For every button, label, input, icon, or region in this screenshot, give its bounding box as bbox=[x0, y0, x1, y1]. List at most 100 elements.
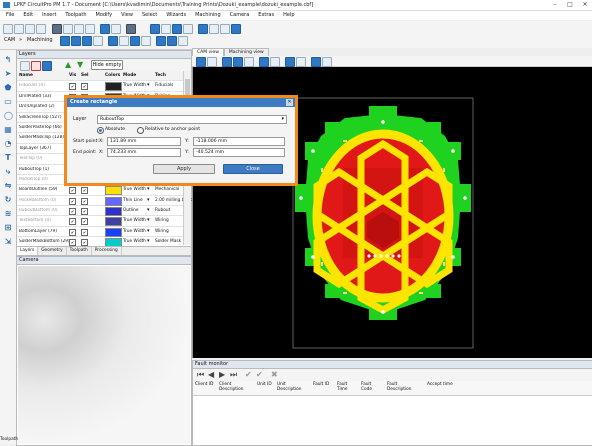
rubout-icon[interactable] bbox=[231, 24, 241, 34]
circle-tool-icon[interactable]: ◯ bbox=[4, 112, 13, 120]
cam-label[interactable]: CAM bbox=[4, 37, 15, 43]
layer-row[interactable]: TextBottom (0) ✔ ✔ True Width ▾ Wiring bbox=[17, 216, 183, 227]
end-y-input[interactable]: -40.524 mm bbox=[193, 148, 285, 157]
close-button[interactable]: Close bbox=[223, 164, 283, 174]
contour-icon[interactable] bbox=[220, 24, 230, 34]
menu-insert[interactable]: Insert bbox=[42, 11, 56, 20]
hand-icon[interactable] bbox=[285, 57, 295, 67]
start-icon[interactable] bbox=[130, 36, 140, 46]
layer-mode[interactable]: True Width bbox=[123, 83, 146, 88]
menu-edit[interactable]: Edit bbox=[23, 11, 33, 20]
visible-checkbox[interactable]: ✔ bbox=[69, 197, 76, 205]
select-checkbox[interactable]: ✔ bbox=[81, 228, 88, 236]
maximize-button[interactable]: □ bbox=[563, 1, 577, 9]
minimize-button[interactable]: – bbox=[548, 1, 562, 9]
layer-color-swatch[interactable] bbox=[105, 217, 122, 227]
vacuum-icon[interactable] bbox=[156, 36, 166, 46]
menu-select[interactable]: Select bbox=[142, 11, 157, 20]
board-icon[interactable] bbox=[172, 24, 182, 34]
import-icon[interactable] bbox=[52, 24, 62, 34]
layer-row[interactable]: PocketBottom (0) ✔ ✔ Thin Line ▾ 2.00 milling… bbox=[17, 196, 197, 207]
layer-color-swatch[interactable] bbox=[105, 227, 122, 237]
drill-icon[interactable] bbox=[198, 24, 208, 34]
tab-geometry[interactable]: Geometry bbox=[38, 247, 67, 255]
layer-tool-icon[interactable]: ≋ bbox=[4, 210, 12, 218]
zoom-out-icon[interactable] bbox=[233, 57, 243, 67]
menu-help[interactable]: Help bbox=[283, 11, 294, 20]
relative-radio[interactable] bbox=[137, 127, 144, 134]
redo-icon[interactable] bbox=[111, 24, 121, 34]
layer-row[interactable]: Fiducials (0) ✔ ✔ True Width ▾ Fiducials bbox=[17, 81, 183, 92]
layer-mode[interactable]: True Width bbox=[123, 239, 146, 244]
paste-icon[interactable] bbox=[85, 24, 95, 34]
select-checkbox[interactable]: ✔ bbox=[81, 197, 88, 205]
next-fault-icon[interactable]: ▶ bbox=[219, 370, 225, 379]
path-tool-icon[interactable]: ⤷ bbox=[4, 168, 12, 176]
settings-icon[interactable] bbox=[167, 36, 177, 46]
tab-processing[interactable]: Processing bbox=[92, 247, 122, 255]
menu-machining[interactable]: Machining bbox=[195, 11, 221, 20]
tab-layers[interactable]: Layers bbox=[17, 247, 39, 255]
hide-empty-button[interactable]: Hide empty bbox=[91, 60, 123, 70]
tool-icon[interactable] bbox=[108, 36, 118, 46]
layer-tech[interactable]: Fiducials bbox=[155, 83, 173, 88]
menu-extras[interactable]: Extras bbox=[258, 11, 274, 20]
rectangle-tool-icon[interactable]: ▭ bbox=[4, 98, 12, 106]
layer-mode[interactable]: Thin Line bbox=[123, 198, 143, 203]
apply-button[interactable]: Apply bbox=[153, 164, 215, 174]
layer-tech[interactable]: Wiring bbox=[155, 229, 169, 234]
start-y-input[interactable]: -118.006 mm bbox=[193, 137, 285, 146]
layer-color-swatch[interactable] bbox=[105, 186, 122, 196]
camera-icon[interactable] bbox=[82, 36, 92, 46]
start-x-input[interactable]: 131.89 mm bbox=[107, 137, 181, 146]
last-fault-icon[interactable]: ⏭ bbox=[230, 370, 237, 379]
rotate-tool-icon[interactable]: ↻ bbox=[4, 196, 12, 204]
text-tool-icon[interactable]: T bbox=[4, 154, 12, 162]
layer-row[interactable]: BoardOutline (59) ✔ ✔ True Width ▾ Mechanical bbox=[17, 185, 183, 196]
mill-icon[interactable] bbox=[209, 24, 219, 34]
menu-camera[interactable]: Camera bbox=[230, 11, 250, 20]
polygon-tool-icon[interactable]: ⬟ bbox=[4, 84, 12, 92]
select-checkbox[interactable]: ✔ bbox=[81, 208, 88, 216]
delete-icon[interactable] bbox=[126, 24, 136, 34]
copy-icon[interactable] bbox=[74, 24, 84, 34]
pan-icon[interactable] bbox=[259, 57, 269, 67]
zoom-window-icon[interactable] bbox=[207, 57, 217, 67]
zoom-fit-icon[interactable] bbox=[244, 57, 254, 67]
grid-icon[interactable] bbox=[270, 57, 280, 67]
select-checkbox[interactable]: ✔ bbox=[81, 187, 88, 195]
visible-checkbox[interactable]: ✔ bbox=[69, 218, 76, 226]
bottom-toolpath-label[interactable]: Toolpath bbox=[0, 436, 18, 444]
absolute-radio[interactable] bbox=[97, 127, 104, 134]
new-layer-icon[interactable] bbox=[20, 61, 30, 71]
hatch-tool-icon[interactable]: ▦ bbox=[4, 126, 12, 134]
layer-color-swatch[interactable] bbox=[105, 82, 122, 92]
visible-checkbox[interactable]: ✔ bbox=[69, 187, 76, 195]
select-checkbox[interactable]: ✔ bbox=[81, 83, 88, 91]
dialog-close-icon[interactable]: ✕ bbox=[286, 99, 293, 106]
head-icon[interactable] bbox=[119, 36, 129, 46]
visible-checkbox[interactable]: ✔ bbox=[69, 228, 76, 236]
pointer-icon[interactable] bbox=[196, 57, 206, 67]
clear-icon[interactable]: ✖ bbox=[271, 370, 278, 379]
move-icon[interactable] bbox=[93, 36, 103, 46]
end-x-input[interactable]: 74.233 mm bbox=[107, 148, 181, 157]
zoom-icon[interactable] bbox=[150, 24, 160, 34]
menu-modify[interactable]: Modify bbox=[96, 11, 113, 20]
prev-fault-icon[interactable]: ◀ bbox=[208, 370, 214, 379]
stop-icon[interactable] bbox=[141, 36, 151, 46]
layer-props-icon[interactable] bbox=[42, 61, 52, 71]
delete-layer-icon[interactable] bbox=[31, 61, 41, 71]
accept-all-icon[interactable]: ✔ bbox=[256, 370, 263, 379]
menu-toolpath[interactable]: Toolpath bbox=[65, 11, 86, 20]
menu-view[interactable]: View bbox=[121, 11, 133, 20]
save-icon[interactable] bbox=[25, 24, 35, 34]
open-icon[interactable] bbox=[14, 24, 24, 34]
layer-mode[interactable]: True Width bbox=[123, 229, 146, 234]
tab-toolpath[interactable]: Toolpath bbox=[67, 247, 92, 255]
arc-tool-icon[interactable]: ◔ bbox=[4, 140, 12, 148]
move-down-icon[interactable]: ▼ bbox=[77, 60, 83, 69]
cut-icon[interactable] bbox=[63, 24, 73, 34]
menu-file[interactable]: File bbox=[6, 11, 14, 20]
mirror-tool-icon[interactable]: ⇋ bbox=[4, 182, 12, 190]
